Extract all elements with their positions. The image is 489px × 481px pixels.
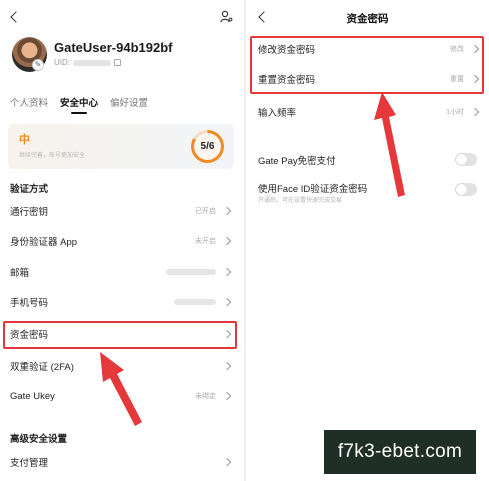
row-passkey[interactable]: 通行密钥 已开启	[4, 199, 236, 223]
chevron-right-icon	[222, 457, 232, 467]
uid-row: UID:	[54, 58, 121, 67]
row-authenticator-label: 身份验证器 App	[10, 237, 78, 248]
security-progress-text: 5/6	[194, 133, 221, 160]
tab-profile[interactable]: 个人资料	[10, 95, 48, 114]
chevron-right-icon	[222, 391, 232, 401]
security-level-description: 继续完善，账号更加安全	[19, 153, 86, 159]
chevron-right-icon	[222, 361, 232, 371]
chevron-left-icon	[10, 11, 22, 23]
row-authenticator-status: 未开启	[195, 238, 216, 245]
row-payment-label: 支付管理	[10, 458, 49, 469]
row-payment-management[interactable]: 支付管理	[4, 450, 236, 474]
chevron-right-icon	[222, 236, 232, 246]
security-progress-ring: 5/6	[191, 130, 224, 163]
chevron-right-icon	[222, 206, 232, 216]
chevron-right-icon	[222, 267, 232, 277]
verification-section-title: 验证方式	[10, 184, 49, 195]
security-level-card[interactable]: 中 继续完善，账号更加安全 5/6	[8, 124, 234, 169]
chevron-right-icon	[222, 297, 232, 307]
tab-preferences[interactable]: 偏好设置	[110, 95, 148, 114]
phone-value-redacted	[174, 299, 216, 305]
gate-pay-label: Gate Pay免密支付	[258, 156, 336, 167]
row-phone-label: 手机号码	[10, 298, 49, 309]
highlight-fund-password	[3, 321, 237, 349]
user-gear-icon	[219, 10, 232, 22]
row-passkey-label: 通行密钥	[10, 207, 49, 218]
input-frequency-label: 输入频率	[258, 108, 297, 119]
row-input-frequency[interactable]: 输入频率 1小时	[252, 99, 484, 125]
uid-label: UID:	[54, 58, 70, 67]
page-title: 资金密码	[346, 13, 389, 25]
profile-tabs: 个人资料 安全中心 偏好设置	[10, 95, 148, 114]
row-gate-ukey[interactable]: Gate Ukey 未绑定	[4, 384, 236, 408]
row-phone[interactable]: 手机号码	[4, 290, 236, 314]
security-center-screen: ✎ GateUser-94b192bf UID: 个人资料 安全中心 偏好设置 …	[0, 0, 244, 481]
highlight-fund-password-actions	[250, 36, 484, 94]
back-button[interactable]	[8, 10, 24, 24]
email-value-redacted	[166, 269, 216, 275]
row-authenticator-app[interactable]: 身份验证器 App 未开启	[4, 229, 236, 253]
username: GateUser-94b192bf	[54, 40, 173, 55]
tab-security-center[interactable]: 安全中心	[60, 95, 98, 114]
advanced-section-title: 高级安全设置	[10, 434, 68, 445]
fund-password-screen: 资金密码 修改资金密码 修改 重置资金密码 重置 输入频率 1小时 Gate P…	[246, 0, 489, 481]
row-ukey-label: Gate Ukey	[10, 390, 55, 402]
user-settings-button[interactable]	[218, 8, 234, 24]
row-email[interactable]: 邮箱	[4, 260, 236, 284]
row-2fa-label: 双重验证 (2FA)	[10, 362, 74, 373]
gate-pay-toggle[interactable]	[455, 153, 477, 166]
watermark: f7k3-ebet.com	[324, 430, 476, 474]
row-passkey-status: 已开启	[195, 208, 216, 215]
uid-value-redacted	[73, 59, 111, 66]
face-id-toggle[interactable]	[455, 183, 477, 196]
row-2fa[interactable]: 双重验证 (2FA)	[4, 354, 236, 378]
row-ukey-status: 未绑定	[195, 393, 216, 400]
copy-icon[interactable]	[114, 59, 121, 66]
face-id-subtext: 开通后，可在设置快速完成交易	[258, 198, 343, 204]
chevron-right-icon	[470, 107, 480, 117]
edit-avatar-icon[interactable]: ✎	[32, 59, 44, 71]
face-id-label: 使用Face ID验证资金密码	[258, 184, 368, 195]
row-gate-pay: Gate Pay免密支付	[252, 147, 484, 173]
row-email-label: 邮箱	[10, 268, 30, 279]
input-frequency-value: 1小时	[446, 109, 464, 116]
security-level-label: 中	[19, 134, 30, 146]
